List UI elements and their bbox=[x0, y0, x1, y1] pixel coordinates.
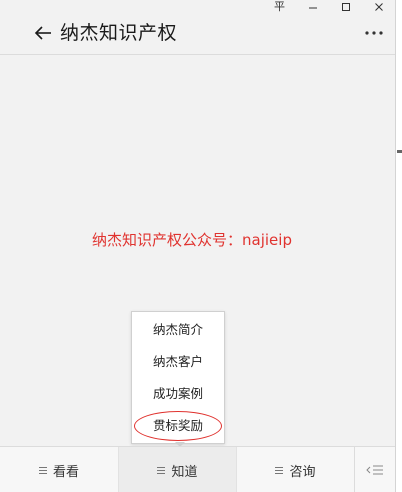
minimize-button[interactable] bbox=[296, 0, 329, 14]
keyboard-toggle-icon bbox=[366, 465, 383, 475]
menu-lines-icon bbox=[38, 466, 47, 474]
menu-lines-icon bbox=[157, 466, 166, 474]
menu-item-najie-clients[interactable]: 纳杰客户 bbox=[132, 346, 224, 378]
close-button[interactable] bbox=[362, 0, 395, 14]
tab-zhidao[interactable]: 知道 bbox=[118, 447, 237, 492]
menu-item-success-cases[interactable]: 成功案例 bbox=[132, 378, 224, 410]
window-controls: 平 bbox=[263, 0, 395, 14]
scroll-marker bbox=[397, 150, 402, 153]
more-dots-icon bbox=[365, 31, 383, 35]
menu-lines-icon bbox=[275, 466, 284, 474]
bottom-menu-bar: 看看 知道 咨询 bbox=[0, 446, 395, 492]
maximize-button[interactable] bbox=[329, 0, 362, 14]
menu-item-najie-intro[interactable]: 纳杰简介 bbox=[132, 314, 224, 346]
tab-zixun[interactable]: 咨询 bbox=[237, 447, 354, 492]
menu-item-standard-rewards[interactable]: 贯标奖励 bbox=[132, 410, 224, 442]
tab-kankan[interactable]: 看看 bbox=[0, 447, 118, 492]
tab-label: 知道 bbox=[171, 464, 198, 480]
pin-button[interactable]: 平 bbox=[263, 0, 296, 14]
back-button[interactable] bbox=[32, 22, 54, 44]
tab-label: 咨询 bbox=[289, 464, 316, 480]
page-title: 纳杰知识产权 bbox=[60, 22, 178, 44]
wechat-official-account-window: 平 纳杰知识产权 纳杰知识产权公众号：najieip 纳杰简介 纳杰客户 成功案… bbox=[0, 0, 396, 492]
close-icon bbox=[374, 3, 383, 11]
maximize-icon bbox=[341, 3, 350, 11]
minimize-icon bbox=[308, 7, 317, 9]
official-account-notice: 纳杰知识产权公众号：najieip bbox=[92, 231, 292, 249]
keyboard-toggle-button[interactable] bbox=[354, 447, 395, 492]
outside-window-area bbox=[396, 0, 402, 492]
pin-icon: 平 bbox=[274, 0, 285, 13]
arrow-left-icon bbox=[34, 26, 51, 40]
tab-label: 看看 bbox=[52, 464, 79, 480]
header-bar: 纳杰知识产权 bbox=[0, 14, 395, 55]
submenu-popup: 纳杰简介 纳杰客户 成功案例 贯标奖励 bbox=[131, 311, 225, 444]
more-button[interactable] bbox=[363, 24, 385, 42]
